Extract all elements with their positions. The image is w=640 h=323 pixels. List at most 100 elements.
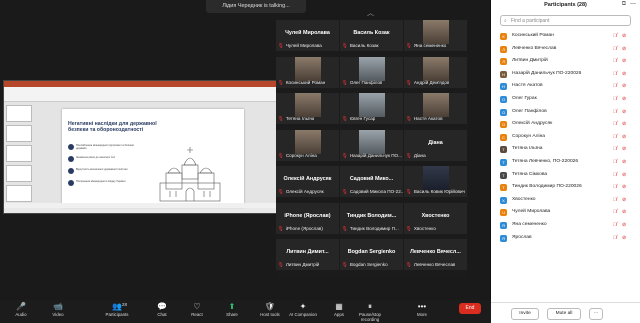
gallery-tile[interactable]: 🎙 Яна семененко [404,20,467,51]
video-off-icon[interactable]: ⊘ [622,30,626,43]
participant-row[interactable]: Ч Чулей Миролава 🎙̸ ⊘ [491,206,640,219]
video-off-icon[interactable]: ⊘ [622,181,626,194]
gallery-tile[interactable]: iPhone (Ярослав) 🎙 iPhone (Ярослав) [276,202,339,234]
gallery-tile[interactable]: 🎙 Олег Панфілов [340,56,403,88]
participant-name-label: 🎙 Олексій Андрусяк [278,189,324,195]
share-button[interactable]: ⬆ Share [215,302,249,317]
video-off-icon[interactable]: ⊘ [622,68,626,81]
more-icon: ••• [417,302,427,311]
participant-name-label: 🎙 Садовий Микола ПО-22... [342,189,403,195]
muted-mic-icon[interactable]: 🎙̸ [613,232,617,245]
video-off-icon[interactable]: ⊘ [622,156,626,169]
more-button[interactable]: ••• More [405,302,439,317]
muted-mic-icon[interactable]: 🎙̸ [613,181,617,194]
video-off-icon[interactable]: ⊘ [622,143,626,156]
muted-mic-icon[interactable]: 🎙̸ [613,219,617,232]
search-input[interactable]: ⌕ Find a participant [500,15,631,26]
muted-mic-icon[interactable]: 🎙̸ [613,156,617,169]
gallery-tile[interactable]: 🎙 Андрій Дем'ядов [404,56,467,88]
participant-name-label: 🎙 Тетяна Ільїна [278,116,314,122]
video-off-icon[interactable]: ⊘ [622,131,626,144]
video-off-icon[interactable]: ⊘ [622,194,626,207]
video-off-icon[interactable]: ⊘ [622,219,626,232]
muted-mic-icon[interactable]: 🎙̸ [613,194,617,207]
muted-mic-icon[interactable]: 🎙̸ [613,131,617,144]
gallery-tile[interactable]: 🎙 Євген Гусар [340,93,403,124]
close-icon[interactable]: — [630,1,636,7]
video-off-icon[interactable]: ⊘ [622,93,626,106]
muted-mic-icon[interactable]: 🎙̸ [613,43,617,56]
gallery-tile[interactable]: Тиндик Володим... 🎙 Тиндик Володимир П... [340,202,403,234]
participant-row[interactable]: Х Хвостенко 🎙̸ ⊘ [491,194,640,207]
gallery-tile[interactable]: Василь Козак 🎙 Василь Козак [340,20,403,51]
muted-mic-icon[interactable]: 🎙̸ [613,68,617,81]
muted-mic-icon[interactable]: 🎙̸ [613,143,617,156]
participant-name: Хвостенко [512,196,536,202]
gallery-tile[interactable]: 🎙 Настя Акатов [404,93,467,124]
muted-mic-icon[interactable]: 🎙̸ [613,80,617,93]
gallery-tile[interactable]: Левченко Вячесл... 🎙 Левченко Вячеслав [404,239,467,270]
gallery-tile[interactable]: 🎙 Тетяна Ільїна [276,93,339,124]
participant-row[interactable]: Л Левченко Вячеслав 🎙̸ ⊘ [491,43,640,56]
participants-button[interactable]: 👥 Participants 28 [100,302,134,317]
participant-row[interactable]: С Сорокун Аліна 🎙̸ ⊘ [491,131,640,144]
video-off-icon[interactable]: ⊘ [622,106,626,119]
gallery-tile[interactable]: Діана 🎙 Діана [404,129,467,161]
chevron-up-icon[interactable]: ︿ [367,8,374,18]
gallery-tile[interactable]: Хвостенко 🎙 Хвостенко [404,202,467,234]
video-off-icon[interactable]: ⊘ [622,55,626,68]
muted-mic-icon[interactable]: 🎙̸ [613,106,617,119]
gallery-tile[interactable]: Олексій Андрусяк 🎙 Олексій Андрусяк [276,166,339,197]
participant-row[interactable]: Я Ярослав 🎙̸ ⊘ [491,232,640,245]
gallery-tile[interactable]: Bogdan Sergienko 🎙 Bogdan Sergienko [340,239,403,270]
gallery-tile[interactable]: 🎙 Назарій Данильчук ПО... [340,129,403,161]
apps-button[interactable]: ▦ Apps [322,302,356,317]
participant-video [359,129,385,154]
gallery-tile[interactable]: 🎙 Василь Ковик Юрійович [404,166,467,197]
video-off-icon[interactable]: ⊘ [622,118,626,131]
participant-row[interactable]: О Олег Гурак 🎙̸ ⊘ [491,93,640,106]
muted-mic-icon[interactable]: 🎙̸ [613,93,617,106]
participant-row[interactable]: Л Литвин Дмитрій 🎙̸ ⊘ [491,55,640,68]
video-off-icon[interactable]: ⊘ [622,206,626,219]
video-off-icon[interactable]: ⊘ [622,169,626,182]
muted-mic-icon: 🎙 [406,262,412,267]
video-off-icon[interactable]: ⊘ [622,80,626,93]
gallery-tile[interactable]: Чулей Миролава 🎙 Чулей Миролава [276,20,339,51]
participant-row[interactable]: О Олексій Андрусяк 🎙̸ ⊘ [491,118,640,131]
muted-mic-icon: 🎙 [406,152,412,158]
host-tools-button[interactable]: 🛡 Host tools [253,302,287,317]
more-options-button[interactable]: ··· [589,308,603,320]
video-off-icon[interactable]: ⊘ [622,232,626,245]
muted-mic-icon[interactable]: 🎙̸ [613,55,617,68]
mute-all-button[interactable]: Mute all [547,308,581,320]
muted-mic-icon[interactable]: 🎙̸ [613,169,617,182]
participant-row[interactable]: Т Тетяна Левченко, ПО-220026 🎙̸ ⊘ [491,156,640,169]
pause-stop-recording-button[interactable]: ⏸ Pause/stop recording [353,302,387,322]
participant-row[interactable]: Н Настя Акатов 🎙̸ ⊘ [491,80,640,93]
gallery-tile[interactable]: Литвин Димит... 🎙 Литвин Дмитрій [276,239,339,270]
invite-button[interactable]: Invite [511,308,539,320]
participant-row[interactable]: К Косинський Роман 🎙̸ ⊘ [491,30,640,43]
ai-companion-button[interactable]: ✦ AI Companion [286,302,320,317]
end-meeting-button[interactable]: End [459,303,481,314]
participant-row[interactable]: Т Тиндик Володимир ПО-220026 🎙̸ ⊘ [491,181,640,194]
video-button[interactable]: 📹 Video [41,302,75,317]
participant-row[interactable]: Т Тетяна Сімкова 🎙̸ ⊘ [491,169,640,182]
muted-mic-icon[interactable]: 🎙̸ [613,118,617,131]
video-off-icon[interactable]: ⊘ [622,43,626,56]
muted-mic-icon[interactable]: 🎙̸ [613,206,617,219]
participant-name: Тетяна Ільїна [285,116,315,121]
react-button[interactable]: ♡ React [180,302,214,317]
participant-row[interactable]: О Олег Панфілов 🎙̸ ⊘ [491,106,640,119]
gallery-tile[interactable]: 🎙 Сорокун Аліна [276,129,339,161]
muted-mic-icon[interactable]: 🎙̸ [613,30,617,43]
audio-button[interactable]: 🎤 Audio [4,302,38,317]
participant-row[interactable]: Я Яна семененко 🎙̸ ⊘ [491,219,640,232]
gallery-tile[interactable]: Садовий Мико... 🎙 Садовий Микола ПО-22... [340,166,403,197]
participant-row[interactable]: Т Тетяна Ільїна 🎙̸ ⊘ [491,143,640,156]
gallery-tile[interactable]: 🎙 Косинський Роман [276,56,339,88]
chat-button[interactable]: 💬 Chat [145,302,179,317]
participant-name: Тетяна Ільїна [512,146,543,152]
participant-row[interactable]: Н Назарій Данильчук ПО-220026 🎙̸ ⊘ [491,68,640,81]
